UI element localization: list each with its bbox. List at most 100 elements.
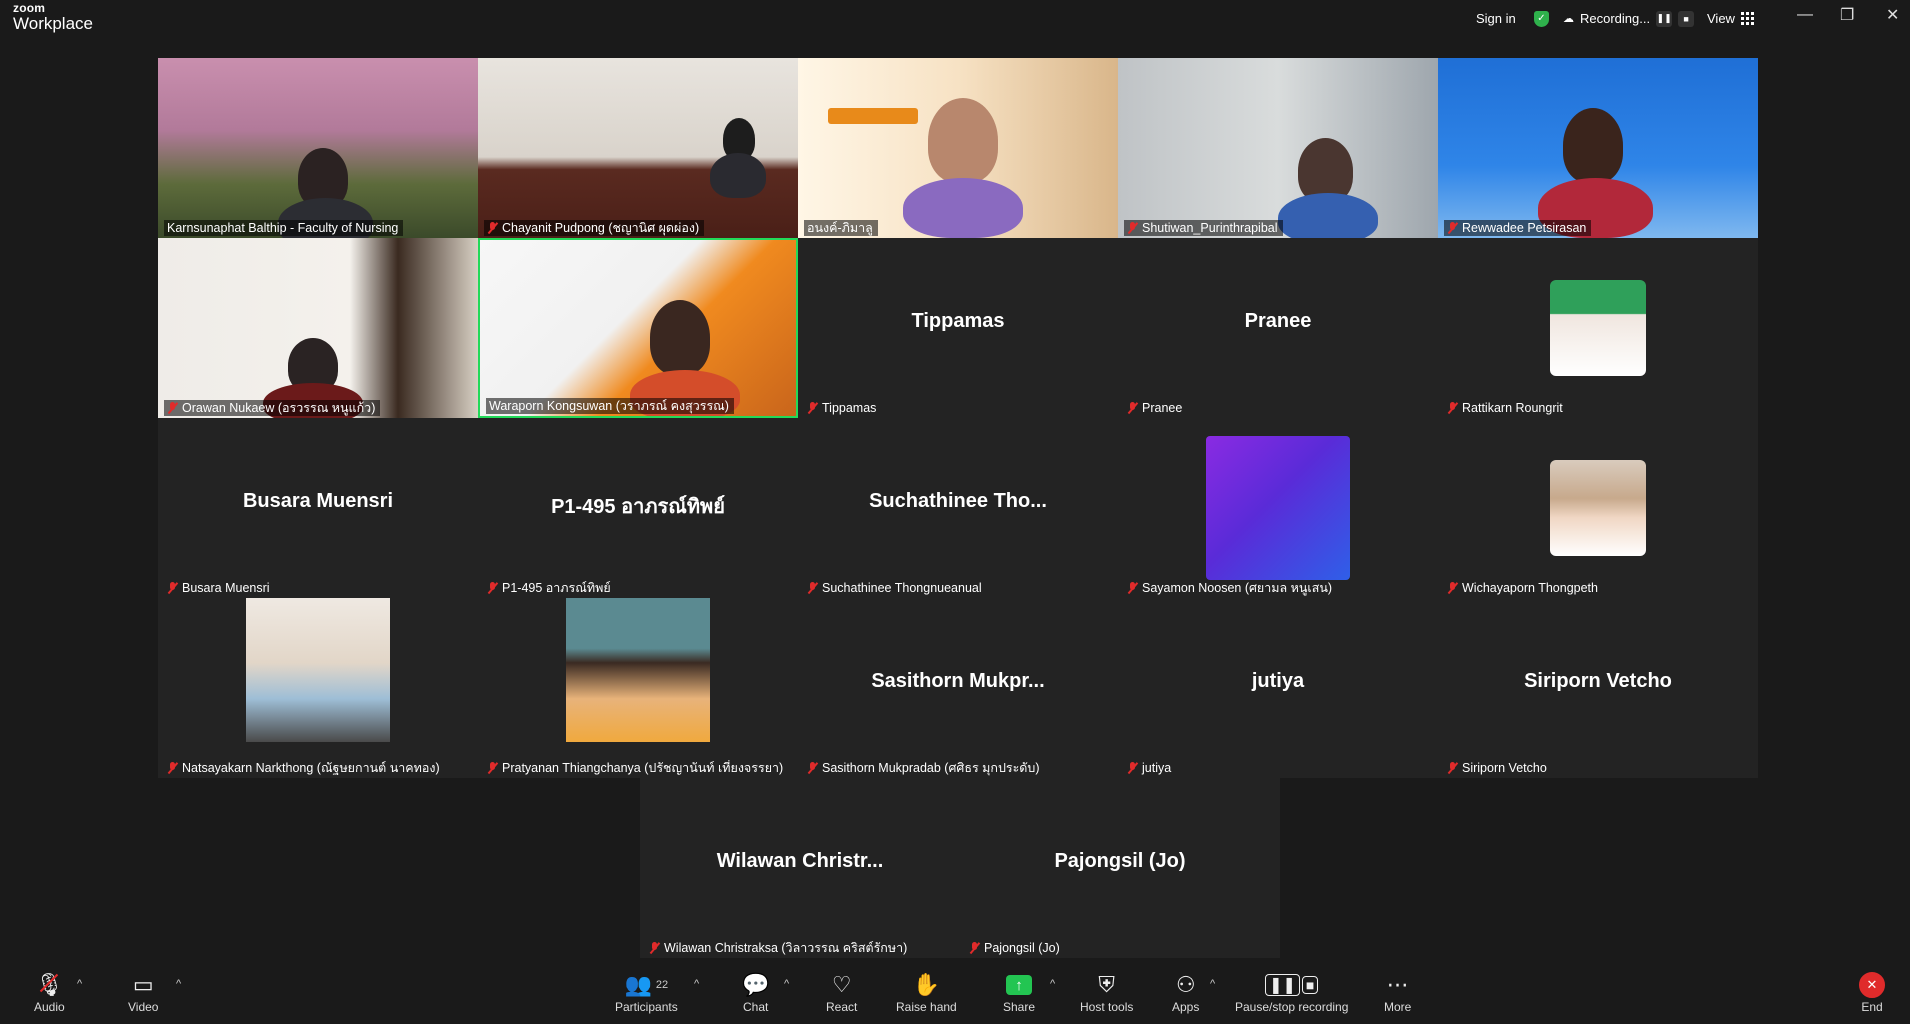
mic-muted-icon — [487, 222, 498, 234]
meeting-toolbar: 🎙 Audio ^ ▭ Video ^ 👥 22 Participants ^ 💬… — [0, 968, 1910, 1024]
apps-button[interactable]: ⚇ Apps — [1172, 972, 1199, 1014]
share-button[interactable]: ↑ Share — [1003, 972, 1035, 1014]
participant-name: Chayanit Pudpong (ชญานิศ ผุดผ่อง) — [484, 220, 705, 236]
participant-tile[interactable]: Wichayaporn Thongpeth — [1438, 418, 1758, 598]
mic-muted-icon — [1127, 582, 1138, 594]
banner-graphic — [828, 108, 918, 124]
mic-muted-icon — [167, 762, 178, 774]
participant-name: Rewwadee Petsirasan — [1444, 220, 1592, 236]
participant-name: Sasithorn Mukpradab (ศศิธร มุกประดับ) — [804, 760, 1045, 776]
participant-name: อนงค์-ภิมาลู — [804, 220, 878, 236]
participant-display-name: Siriporn Vetcho — [1524, 670, 1672, 692]
heart-icon: ♡ — [831, 972, 852, 997]
participant-display-name: jutiya — [1251, 670, 1305, 692]
host-tools-button[interactable]: ⛨ Host tools — [1080, 972, 1133, 1014]
mic-muted-icon: 🎙 — [35, 972, 64, 997]
mic-muted-icon — [1447, 582, 1458, 594]
video-camera-icon: ▭ — [132, 972, 154, 997]
participant-tile[interactable]: Karnsunaphat Balthip - Faculty of Nursin… — [158, 58, 478, 238]
mic-muted-icon — [1447, 222, 1458, 234]
participant-tile[interactable]: อนงค์-ภิมาลู — [798, 58, 1118, 238]
participant-tile[interactable]: Sasithorn Mukpr... Sasithorn Mukpradab (… — [798, 598, 1118, 778]
participant-tile[interactable]: Rattikarn Roungrit — [1438, 238, 1758, 418]
participants-options-caret[interactable]: ^ — [694, 978, 699, 990]
end-button[interactable]: ✕ End — [1859, 972, 1885, 1014]
video-options-caret[interactable]: ^ — [176, 978, 181, 990]
mic-muted-icon — [1447, 402, 1458, 414]
mic-muted-icon — [1127, 222, 1138, 234]
chat-icon: 💬 — [742, 972, 770, 997]
pause-stop-recording-button[interactable]: ❚❚ ■ Pause/stop recording — [1235, 972, 1348, 1014]
hand-icon: ✋ — [912, 972, 941, 997]
participant-tile[interactable]: Orawan Nukaew (อรวรรณ หนูแก้ว) — [158, 238, 478, 418]
participants-button[interactable]: 👥 22 Participants — [615, 972, 678, 1014]
participant-tile[interactable]: Shutiwan_Purinthrapibal — [1118, 58, 1438, 238]
minimize-icon[interactable]: — — [1797, 0, 1813, 30]
mic-muted-icon — [1127, 402, 1138, 414]
mic-muted-icon — [487, 582, 498, 594]
participant-tile[interactable]: Pajongsil (Jo) Pajongsil (Jo) — [960, 778, 1280, 958]
audio-button[interactable]: 🎙 Audio — [34, 972, 65, 1014]
avatar — [566, 598, 710, 742]
participant-name: Tippamas — [804, 400, 881, 416]
avatar — [1550, 280, 1646, 376]
participant-tile[interactable]: Wilawan Christr... Wilawan Christraksa (… — [640, 778, 960, 958]
video-button[interactable]: ▭ Video — [128, 972, 158, 1014]
raise-hand-button[interactable]: ✋ Raise hand — [896, 972, 957, 1014]
participant-tile[interactable]: Siriporn Vetcho Siriporn Vetcho — [1438, 598, 1758, 778]
end-call-icon: ✕ — [1859, 972, 1885, 998]
participant-display-name: Pranee — [1244, 310, 1312, 332]
participant-name: Waraporn Kongsuwan (วราภรณ์ คงสุวรรณ) — [486, 398, 734, 414]
mic-muted-icon — [1127, 762, 1138, 774]
participants-icon: 👥 22 — [624, 972, 669, 997]
participant-name: Pranee — [1124, 400, 1187, 416]
mic-muted-icon — [807, 762, 818, 774]
mic-muted-icon — [167, 582, 178, 594]
participant-tile[interactable]: Natsayakarn Narkthong (ณัฐษยกานต์ นาคทอง… — [158, 598, 478, 778]
participant-display-name: Pajongsil (Jo) — [1054, 850, 1186, 872]
pause-recording-button[interactable]: ❚❚ — [1656, 10, 1673, 27]
share-options-caret[interactable]: ^ — [1050, 978, 1055, 990]
participant-name: Siriporn Vetcho — [1444, 760, 1552, 776]
participant-tile[interactable]: Tippamas Tippamas — [798, 238, 1118, 418]
view-button[interactable]: View — [1707, 0, 1754, 37]
more-button[interactable]: ⋯ More — [1384, 972, 1411, 1014]
participant-display-name: Wilawan Christr... — [716, 850, 884, 872]
avatar — [246, 598, 390, 742]
participant-tile[interactable]: jutiya jutiya — [1118, 598, 1438, 778]
stop-recording-button[interactable]: ■ — [1678, 10, 1695, 27]
participant-name: Shutiwan_Purinthrapibal — [1124, 220, 1283, 236]
participant-name: Natsayakarn Narkthong (ณัฐษยกานต์ นาคทอง… — [164, 760, 445, 776]
restore-icon[interactable]: ❐ — [1840, 0, 1854, 30]
participant-display-name: Busara Muensri — [242, 490, 394, 512]
participant-display-name: P1-495 อาภรณ์ทิพย์ — [551, 496, 725, 518]
close-icon[interactable]: ✕ — [1886, 0, 1899, 30]
participant-name: Pajongsil (Jo) — [966, 940, 1065, 956]
participant-tile[interactable]: P1-495 อาภรณ์ทิพย์ P1-495 อาภรณ์ทิพย์ — [478, 418, 798, 598]
participant-name: Karnsunaphat Balthip - Faculty of Nursin… — [164, 220, 404, 236]
chat-options-caret[interactable]: ^ — [784, 978, 789, 990]
participant-tile[interactable]: Busara Muensri Busara Muensri — [158, 418, 478, 598]
participant-tile[interactable]: Pranee Pranee — [1118, 238, 1438, 418]
cloud-icon: ☁ — [1563, 13, 1574, 25]
participant-tile[interactable]: Suchathinee Tho... Suchathinee Thongnuea… — [798, 418, 1118, 598]
apps-options-caret[interactable]: ^ — [1210, 978, 1215, 990]
sign-in-link[interactable]: Sign in — [1476, 0, 1516, 37]
participant-tile[interactable]: Rewwadee Petsirasan — [1438, 58, 1758, 238]
participant-tile-active-speaker[interactable]: Waraporn Kongsuwan (วราภรณ์ คงสุวรรณ) — [478, 238, 798, 418]
participant-name: Suchathinee Thongnueanual — [804, 580, 987, 596]
react-button[interactable]: ♡ React — [826, 972, 857, 1014]
mic-muted-icon — [807, 582, 818, 594]
participant-tile[interactable]: Pratyanan Thiangchanya (ปรัชญานันท์ เที่… — [478, 598, 798, 778]
participant-display-name: Sasithorn Mukpr... — [871, 670, 1045, 692]
zoom-workplace-logo: zoom Workplace — [13, 1, 93, 33]
audio-options-caret[interactable]: ^ — [77, 978, 82, 990]
avatar — [1206, 436, 1350, 580]
participant-name: Busara Muensri — [164, 580, 275, 596]
more-icon: ⋯ — [1386, 972, 1409, 997]
participant-tile[interactable]: Chayanit Pudpong (ชญานิศ ผุดผ่อง) — [478, 58, 798, 238]
chat-button[interactable]: 💬 Chat — [742, 972, 769, 1014]
recording-indicator: ✓ ☁ Recording... ❚❚ ■ — [1534, 0, 1695, 37]
title-bar: zoom Workplace Sign in ✓ ☁ Recording... … — [0, 0, 1910, 37]
participant-tile[interactable]: Sayamon Noosen (ศยามล หนูเสน) — [1118, 418, 1438, 598]
